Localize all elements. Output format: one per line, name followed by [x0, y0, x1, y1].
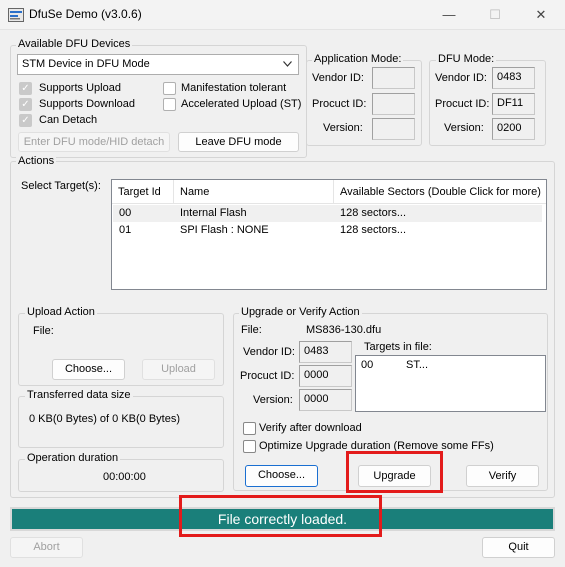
supports-upload-checkbox[interactable]: ✓	[19, 82, 32, 95]
title-bar[interactable]: DfuSe Demo (v3.0.6) — ☐ ✕	[0, 0, 565, 30]
targets-in-file-list[interactable]: 00 ST...	[355, 355, 546, 412]
verify-label: Verify	[488, 470, 517, 482]
upgrade-file-name: MS836-130.dfu	[306, 324, 382, 336]
application-mode-title: Application Mode:	[312, 53, 404, 65]
manifestation-tolerant-checkbox[interactable]	[163, 82, 176, 95]
app-version-field	[372, 118, 415, 140]
upload-button[interactable]: Upload	[142, 359, 215, 380]
upgrade-verify-title: Upgrade or Verify Action	[239, 306, 362, 318]
can-detach-checkbox[interactable]: ✓	[19, 114, 32, 127]
enter-dfu-mode-button[interactable]: Enter DFU mode/HID detach	[18, 132, 170, 152]
target-name: SPI Flash : NONE	[180, 224, 269, 236]
accelerated-upload-label: Accelerated Upload (ST)	[181, 98, 302, 110]
targets-in-file-label: Targets in file:	[364, 341, 432, 353]
upgrade-product-id-label: Procuct ID:	[240, 370, 295, 382]
app-icon	[8, 8, 24, 22]
dfu-vendor-id-field: 0483	[492, 67, 535, 89]
supports-download-label: Supports Download	[39, 98, 136, 110]
target-sectors: 128 sectors...	[340, 224, 407, 236]
status-highlight-box	[179, 495, 382, 537]
column-target-id[interactable]: Target Id	[112, 180, 174, 204]
upgrade-highlight-box	[346, 451, 443, 493]
dfu-version-label: Version:	[444, 122, 484, 134]
upgrade-vendor-id-field: 0483	[299, 341, 352, 363]
upload-choose-label: Choose...	[64, 363, 113, 375]
device-select[interactable]: STM Device in DFU Mode	[17, 54, 299, 75]
app-product-id-field	[372, 93, 415, 115]
select-targets-label: Select Target(s):	[21, 180, 101, 192]
operation-duration-title: Operation duration	[25, 452, 121, 464]
targets-list[interactable]: Target Id Name Available Sectors (Double…	[111, 179, 547, 290]
upgrade-choose-label: Choose...	[257, 469, 306, 481]
verify-button[interactable]: Verify	[466, 465, 539, 487]
window-title: DfuSe Demo (v3.0.6)	[29, 7, 142, 21]
column-name[interactable]: Name	[174, 180, 334, 204]
app-product-id-label: Procuct ID:	[312, 98, 367, 110]
file-target-name: ST...	[406, 359, 429, 371]
minimize-button[interactable]: —	[426, 0, 472, 30]
dfu-vendor-id-label: Vendor ID:	[435, 72, 487, 84]
upgrade-version-label: Version:	[253, 394, 293, 406]
file-target-id: 00	[361, 359, 374, 371]
app-version-label: Version:	[323, 122, 363, 134]
upload-file-label: File:	[33, 325, 54, 337]
upgrade-vendor-id-label: Vendor ID:	[243, 346, 295, 358]
available-devices-title: Available DFU Devices	[16, 38, 133, 50]
quit-label: Quit	[508, 541, 529, 553]
optimize-upgrade-checkbox[interactable]	[243, 440, 256, 453]
upgrade-version-field: 0000	[299, 389, 352, 411]
dfu-version-field: 0200	[492, 118, 535, 140]
verify-after-download-label: Verify after download	[259, 422, 362, 434]
close-button[interactable]: ✕	[518, 0, 564, 30]
supports-upload-label: Supports Upload	[39, 82, 121, 94]
operation-duration-value: 00:00:00	[103, 471, 146, 483]
target-name: Internal Flash	[180, 207, 247, 219]
upload-action-title: Upload Action	[25, 306, 97, 318]
file-target-row[interactable]: 00 ST...	[359, 357, 541, 374]
target-id: 01	[119, 224, 132, 236]
maximize-button[interactable]: ☐	[472, 0, 518, 30]
chevron-down-icon	[283, 61, 292, 67]
target-row[interactable]: 00 Internal Flash 128 sectors...	[113, 205, 542, 222]
upload-choose-button[interactable]: Choose...	[52, 359, 125, 380]
upgrade-product-id-field: 0000	[299, 365, 352, 387]
actions-title: Actions	[16, 155, 57, 167]
app-vendor-id-field	[372, 67, 415, 89]
upload-label: Upload	[161, 363, 196, 375]
can-detach-label: Can Detach	[39, 114, 98, 126]
upgrade-choose-button[interactable]: Choose...	[245, 465, 318, 487]
leave-dfu-mode-button[interactable]: Leave DFU mode	[178, 132, 299, 152]
target-sectors: 128 sectors...	[340, 207, 407, 219]
dfu-product-id-label: Procuct ID:	[435, 98, 490, 110]
targets-list-header: Target Id Name Available Sectors (Double…	[112, 180, 546, 204]
app-vendor-id-label: Vendor ID:	[312, 72, 364, 84]
target-id: 00	[119, 207, 132, 219]
transferred-size-value: 0 KB(0 Bytes) of 0 KB(0 Bytes)	[29, 413, 181, 425]
quit-button[interactable]: Quit	[482, 537, 555, 558]
dfu-product-id-field: DF11	[492, 93, 535, 115]
manifestation-tolerant-label: Manifestation tolerant	[181, 82, 287, 94]
accelerated-upload-checkbox[interactable]	[163, 98, 176, 111]
leave-dfu-mode-label: Leave DFU mode	[195, 136, 282, 148]
transferred-size-title: Transferred data size	[25, 389, 133, 401]
enter-dfu-mode-label: Enter DFU mode/HID detach	[23, 136, 165, 148]
device-select-value: STM Device in DFU Mode	[22, 58, 150, 70]
target-row[interactable]: 01 SPI Flash : NONE 128 sectors...	[113, 222, 542, 239]
column-available-sectors[interactable]: Available Sectors (Double Click for more…	[334, 180, 546, 204]
verify-after-download-checkbox[interactable]	[243, 422, 256, 435]
abort-label: Abort	[33, 541, 60, 553]
abort-button[interactable]: Abort	[10, 537, 83, 558]
upgrade-file-label: File:	[241, 324, 262, 336]
supports-download-checkbox[interactable]: ✓	[19, 98, 32, 111]
dfu-mode-title: DFU Mode:	[436, 53, 497, 65]
